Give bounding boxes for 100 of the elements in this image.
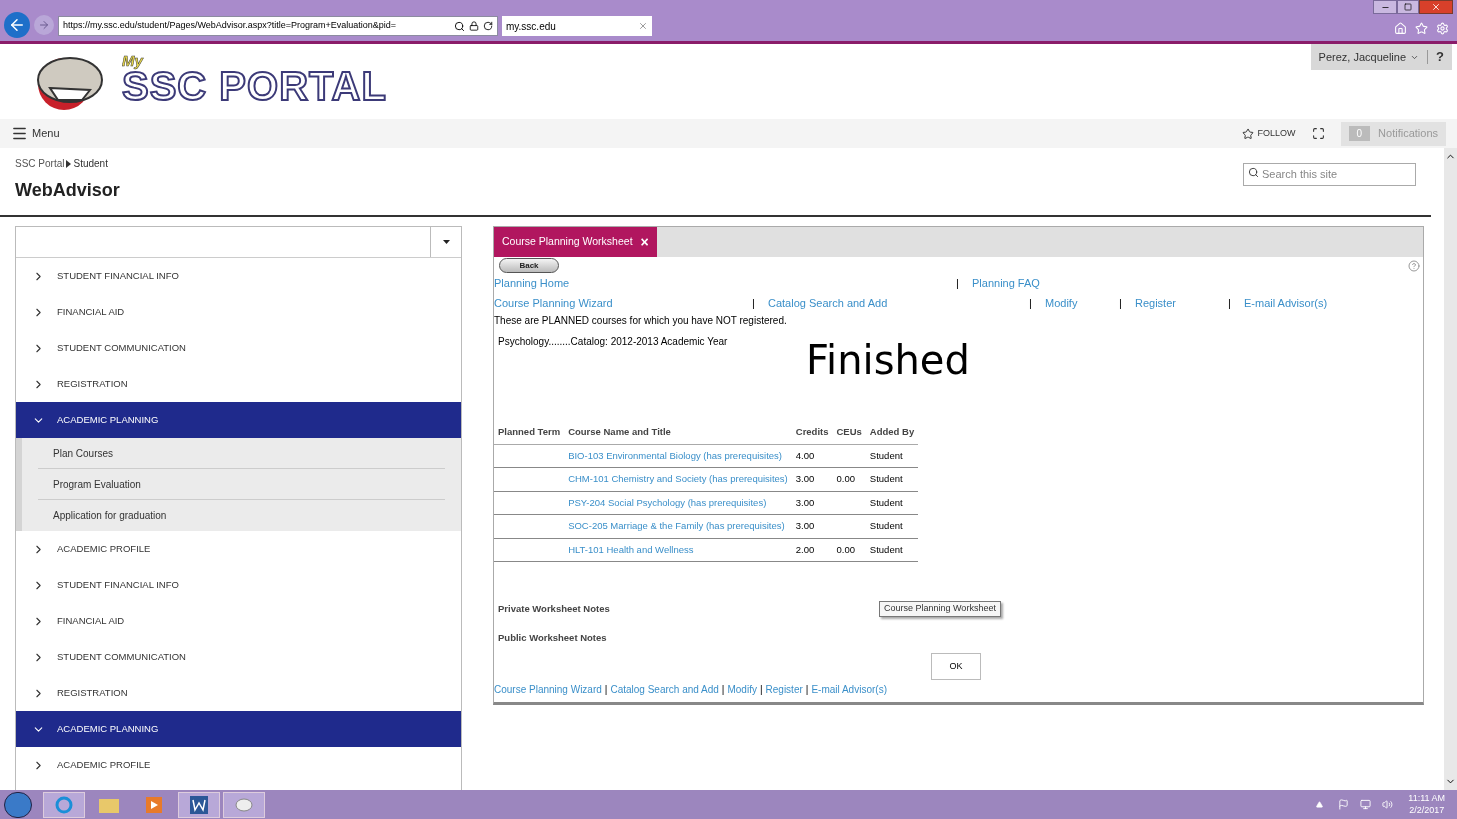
- course-link[interactable]: SOC-205 Marriage & the Family (has prerequisites): [568, 520, 785, 532]
- refresh-icon[interactable]: [483, 21, 493, 31]
- course-link[interactable]: CHM-101 Chemistry and Society (has prerequisites): [568, 473, 788, 485]
- course-link[interactable]: BIO-103 Environmental Biology (has prerequisites): [568, 449, 782, 461]
- column-header: Planned Term: [494, 420, 565, 444]
- sidebar-subitem[interactable]: Program Evaluation: [38, 476, 156, 492]
- back-button[interactable]: [4, 12, 30, 38]
- start-button[interactable]: [4, 791, 32, 818]
- notes-label: Private Worksheet Notes: [498, 601, 611, 616]
- forward-button[interactable]: [34, 15, 54, 35]
- table-cell: 2.00: [795, 543, 815, 555]
- nav-link[interactable]: E-mail Advisor(s): [811, 682, 887, 698]
- forward-arrow-icon: [38, 19, 50, 31]
- scrollbar[interactable]: [1444, 148, 1457, 790]
- sidebar-item[interactable]: STUDENT COMMUNICATION: [16, 330, 461, 366]
- minimize-button[interactable]: [1373, 0, 1397, 14]
- maximize-icon: [1404, 3, 1412, 11]
- table-cell: 3.00: [795, 496, 815, 508]
- maximize-button[interactable]: [1397, 0, 1419, 14]
- notes-label: Public Worksheet Notes: [498, 631, 608, 645]
- link-separator: |: [1119, 295, 1123, 311]
- nav-link[interactable]: Catalog Search and Add: [768, 296, 888, 309]
- course-link[interactable]: HLT-101 Health and Wellness: [568, 543, 694, 555]
- browser-tab[interactable]: my.ssc.edu: [502, 16, 652, 36]
- sidebar-item[interactable]: STUDENT FINANCIAL INFO: [16, 567, 461, 603]
- table-cell: 4.00: [795, 449, 815, 461]
- user-menu[interactable]: Perez, Jacqueline: [1318, 48, 1420, 66]
- breadcrumb-arrow-icon: [66, 159, 72, 168]
- intro-text: These are PLANNED courses for which you have NOT registered.: [494, 314, 788, 328]
- table-cell: Student: [869, 520, 903, 532]
- nav-link[interactable]: Modify: [727, 682, 757, 698]
- home-icon[interactable]: [1394, 22, 1407, 35]
- column-header: Course Name and Title: [564, 420, 792, 444]
- taskbar-browser-icon[interactable]: [43, 791, 85, 818]
- sidebar-item[interactable]: ACADEMIC PROFILE: [16, 531, 461, 567]
- help-button[interactable]: ?: [1436, 47, 1444, 67]
- nav-link[interactable]: Course Planning Wizard: [494, 682, 602, 698]
- nav-link[interactable]: Planning Home: [494, 276, 570, 289]
- link-separator: |: [956, 275, 960, 291]
- close-icon[interactable]: [638, 21, 648, 31]
- table-cell: 0.00: [836, 543, 855, 555]
- sidebar-item[interactable]: ACADEMIC PLANNING: [16, 402, 461, 438]
- lock-icon: [469, 21, 479, 31]
- tab-close-button[interactable]: ×: [640, 231, 649, 253]
- nav-link[interactable]: Register: [765, 682, 803, 698]
- link-separator: |: [804, 683, 810, 698]
- link-separator: |: [603, 683, 609, 698]
- flag-icon[interactable]: [1338, 799, 1350, 810]
- ok-button[interactable]: OK: [931, 653, 981, 681]
- star-icon: [1241, 127, 1254, 140]
- clock-time: 11:11 AM: [1408, 793, 1445, 805]
- nav-link[interactable]: Planning FAQ: [972, 276, 1040, 289]
- column-header: CEUs: [832, 420, 866, 444]
- sidebar-item[interactable]: STUDENT COMMUNICATION: [16, 639, 461, 675]
- nav-link[interactable]: Modify: [1045, 296, 1078, 309]
- column-header: Added By: [865, 420, 919, 444]
- search-icon[interactable]: [454, 20, 465, 32]
- sidebar-item[interactable]: REGISTRATION: [16, 675, 461, 711]
- sidebar-subitem[interactable]: Plan Courses: [38, 445, 129, 461]
- settings-icon[interactable]: [1436, 22, 1449, 35]
- nav-link[interactable]: E-mail Advisor(s): [1244, 296, 1328, 309]
- nav-link[interactable]: Catalog Search and Add: [610, 682, 719, 698]
- network-icon[interactable]: [1360, 799, 1372, 810]
- page-title: WebAdvisor: [15, 179, 120, 202]
- close-button[interactable]: [1419, 0, 1453, 14]
- program-text: Psychology........Catalog: 2012-2013 Academic Year: [498, 335, 729, 349]
- help-icon[interactable]: [1408, 259, 1420, 272]
- worksheet-tab[interactable]: Course Planning Worksheet ×: [494, 227, 657, 257]
- link-separator: |: [720, 683, 726, 698]
- nav-link[interactable]: Register: [1135, 296, 1176, 309]
- table-cell: Student: [869, 449, 903, 461]
- sidebar-item[interactable]: FINANCIAL AID: [16, 603, 461, 639]
- volume-icon[interactable]: [1382, 799, 1394, 810]
- breadcrumb-current: Student: [73, 157, 108, 171]
- sidebar-item[interactable]: ACADEMIC PLANNING: [16, 711, 461, 747]
- sidebar-subitem[interactable]: Application for graduation: [38, 508, 182, 523]
- favorites-icon[interactable]: [1415, 22, 1428, 35]
- back-button[interactable]: Back: [499, 258, 559, 273]
- sidebar-item[interactable]: STUDENT FINANCIAL INFO: [16, 258, 461, 294]
- link-separator: |: [1029, 295, 1033, 311]
- table-cell: 3.00: [795, 520, 815, 532]
- focus-icon[interactable]: [1311, 127, 1325, 140]
- close-icon: [1431, 2, 1441, 12]
- table-cell: Student: [869, 473, 903, 485]
- sidebar-item[interactable]: ACADEMIC PROFILE: [16, 747, 461, 783]
- search-field[interactable]: Search this site: [1243, 162, 1416, 186]
- sidebar-item[interactable]: FINANCIAL AID: [16, 294, 461, 330]
- clock-date: 2/2/2017: [1409, 804, 1445, 816]
- table-cell: 3.00: [795, 473, 815, 485]
- breadcrumb-link[interactable]: SSC Portal: [15, 156, 65, 171]
- taskbar-word-icon[interactable]: [178, 791, 220, 818]
- menu-button[interactable]: Menu: [11, 125, 60, 142]
- tray-expand-icon[interactable]: [1316, 801, 1324, 808]
- nav-link[interactable]: Course Planning Wizard: [494, 296, 613, 309]
- link-separator: |: [758, 683, 764, 698]
- sidebar-item[interactable]: REGISTRATION: [16, 366, 461, 402]
- table-cell: Student: [869, 543, 903, 555]
- link-separator: |: [752, 295, 756, 311]
- course-link[interactable]: PSY-204 Social Psychology (has prerequisites): [568, 496, 767, 508]
- follow-button[interactable]: FOLLOW: [1241, 126, 1296, 141]
